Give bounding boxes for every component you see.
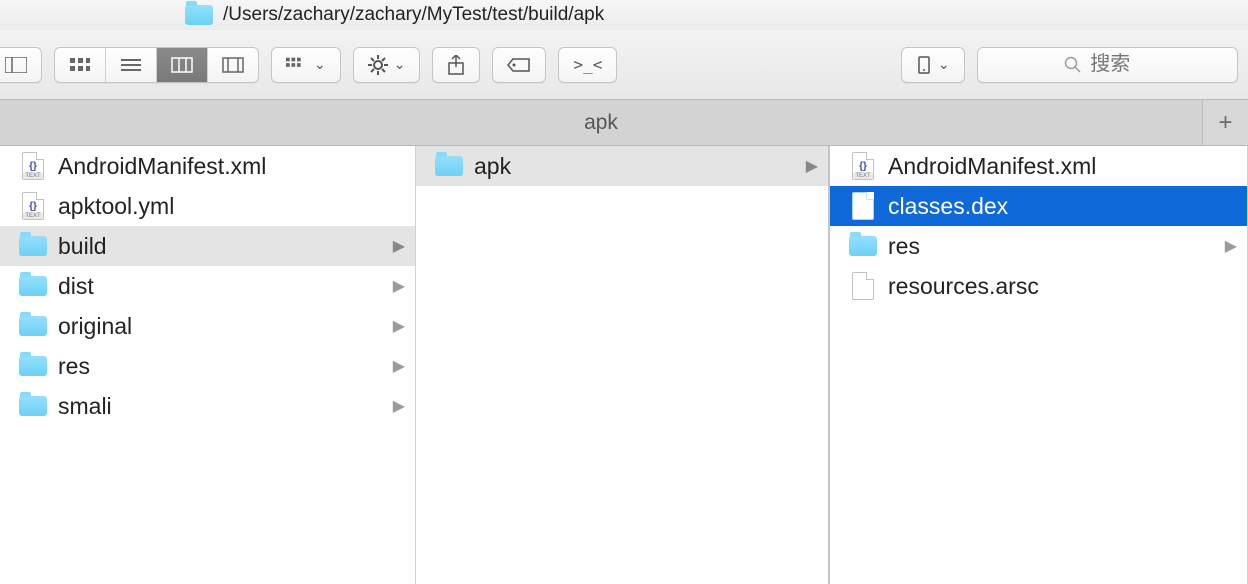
item-label: apktool.yml: [58, 193, 174, 220]
share-button[interactable]: [433, 48, 479, 82]
column-2[interactable]: apk ▶: [416, 146, 830, 584]
item-label: res: [888, 233, 920, 260]
coverflow-view-button[interactable]: [207, 48, 258, 82]
item-label: dist: [58, 273, 94, 300]
item-label: original: [58, 313, 132, 340]
chevron-right-icon: ▶: [393, 356, 405, 376]
tag-icon: [507, 57, 531, 73]
list-item[interactable]: resources.arsc: [830, 266, 1247, 306]
folder-icon: [19, 316, 47, 336]
list-item[interactable]: dist ▶: [0, 266, 415, 306]
xml-file-icon: {}: [852, 152, 874, 180]
folder-icon: [19, 356, 47, 376]
file-icon: [852, 192, 874, 220]
list-item[interactable]: apk ▶: [416, 146, 828, 186]
item-label: resources.arsc: [888, 273, 1039, 300]
list-item[interactable]: classes.dex: [830, 186, 1247, 226]
tab-apk[interactable]: apk: [0, 100, 1202, 145]
list-item[interactable]: res ▶: [0, 346, 415, 386]
item-label: classes.dex: [888, 193, 1008, 220]
tag-button[interactable]: [493, 48, 545, 82]
chevron-down-icon: ⌄: [394, 56, 406, 73]
folder-icon: [849, 236, 877, 256]
chevron-down-icon: ⌄: [314, 56, 326, 73]
icon-view-button[interactable]: [55, 48, 105, 82]
xml-file-icon: {}: [22, 192, 44, 220]
item-label: apk: [474, 153, 511, 180]
list-item[interactable]: build ▶: [0, 226, 415, 266]
list-item[interactable]: res ▶: [830, 226, 1247, 266]
item-label: res: [58, 353, 90, 380]
chevron-right-icon: ▶: [1225, 236, 1237, 256]
search-icon: [1064, 56, 1082, 74]
column-1[interactable]: {} AndroidManifest.xml {} apktool.yml build ▶…: [0, 146, 416, 584]
gear-icon: [368, 55, 388, 75]
list-item[interactable]: {} AndroidManifest.xml: [0, 146, 415, 186]
folder-icon: [19, 396, 47, 416]
view-mode-group: [54, 47, 259, 83]
folder-icon: [19, 236, 47, 256]
item-label: build: [58, 233, 107, 260]
path-bar: /Users/zachary/zachary/MyTest/test/build…: [0, 0, 1248, 30]
list-item[interactable]: original ▶: [0, 306, 415, 346]
column-3[interactable]: {} AndroidManifest.xml classes.dex res ▶ reso…: [830, 146, 1248, 584]
dropdown-button[interactable]: ⌄: [902, 48, 964, 82]
folder-icon: [185, 5, 213, 25]
path-text: /Users/zachary/zachary/MyTest/test/build…: [223, 4, 604, 26]
item-label: smali: [58, 393, 112, 420]
chevron-down-icon: ⌄: [938, 56, 950, 73]
list-view-button[interactable]: [105, 48, 156, 82]
arrange-button[interactable]: ⌄: [272, 48, 340, 82]
chevron-right-icon: ▶: [393, 276, 405, 296]
list-item[interactable]: smali ▶: [0, 386, 415, 426]
folder-icon: [435, 156, 463, 176]
toolbar: ⌄ ⌄: [0, 30, 1248, 100]
xml-file-icon: {}: [22, 152, 44, 180]
chevron-right-icon: ▶: [393, 236, 405, 256]
column-view: {} AndroidManifest.xml {} apktool.yml build ▶…: [0, 146, 1248, 584]
new-tab-button[interactable]: +: [1202, 100, 1248, 145]
action-button[interactable]: ⌄: [354, 48, 420, 82]
folder-icon: [19, 276, 47, 296]
quick-look-button[interactable]: >_<: [559, 48, 616, 82]
search-field[interactable]: [977, 47, 1238, 83]
share-icon: [447, 55, 465, 75]
terminal-icon: >_<: [573, 55, 602, 74]
chevron-right-icon: ▶: [393, 316, 405, 336]
search-input[interactable]: [1090, 53, 1150, 76]
chevron-right-icon: ▶: [806, 156, 818, 176]
file-icon: [852, 272, 874, 300]
tab-label: apk: [584, 111, 618, 135]
list-item[interactable]: {} AndroidManifest.xml: [830, 146, 1247, 186]
device-icon: [916, 56, 932, 74]
item-label: AndroidManifest.xml: [888, 153, 1096, 180]
list-item[interactable]: {} apktool.yml: [0, 186, 415, 226]
chevron-right-icon: ▶: [393, 396, 405, 416]
tab-bar: apk +: [0, 100, 1248, 146]
sidebar-toggle-button[interactable]: [0, 48, 41, 82]
column-view-button[interactable]: [156, 48, 207, 82]
item-label: AndroidManifest.xml: [58, 153, 266, 180]
